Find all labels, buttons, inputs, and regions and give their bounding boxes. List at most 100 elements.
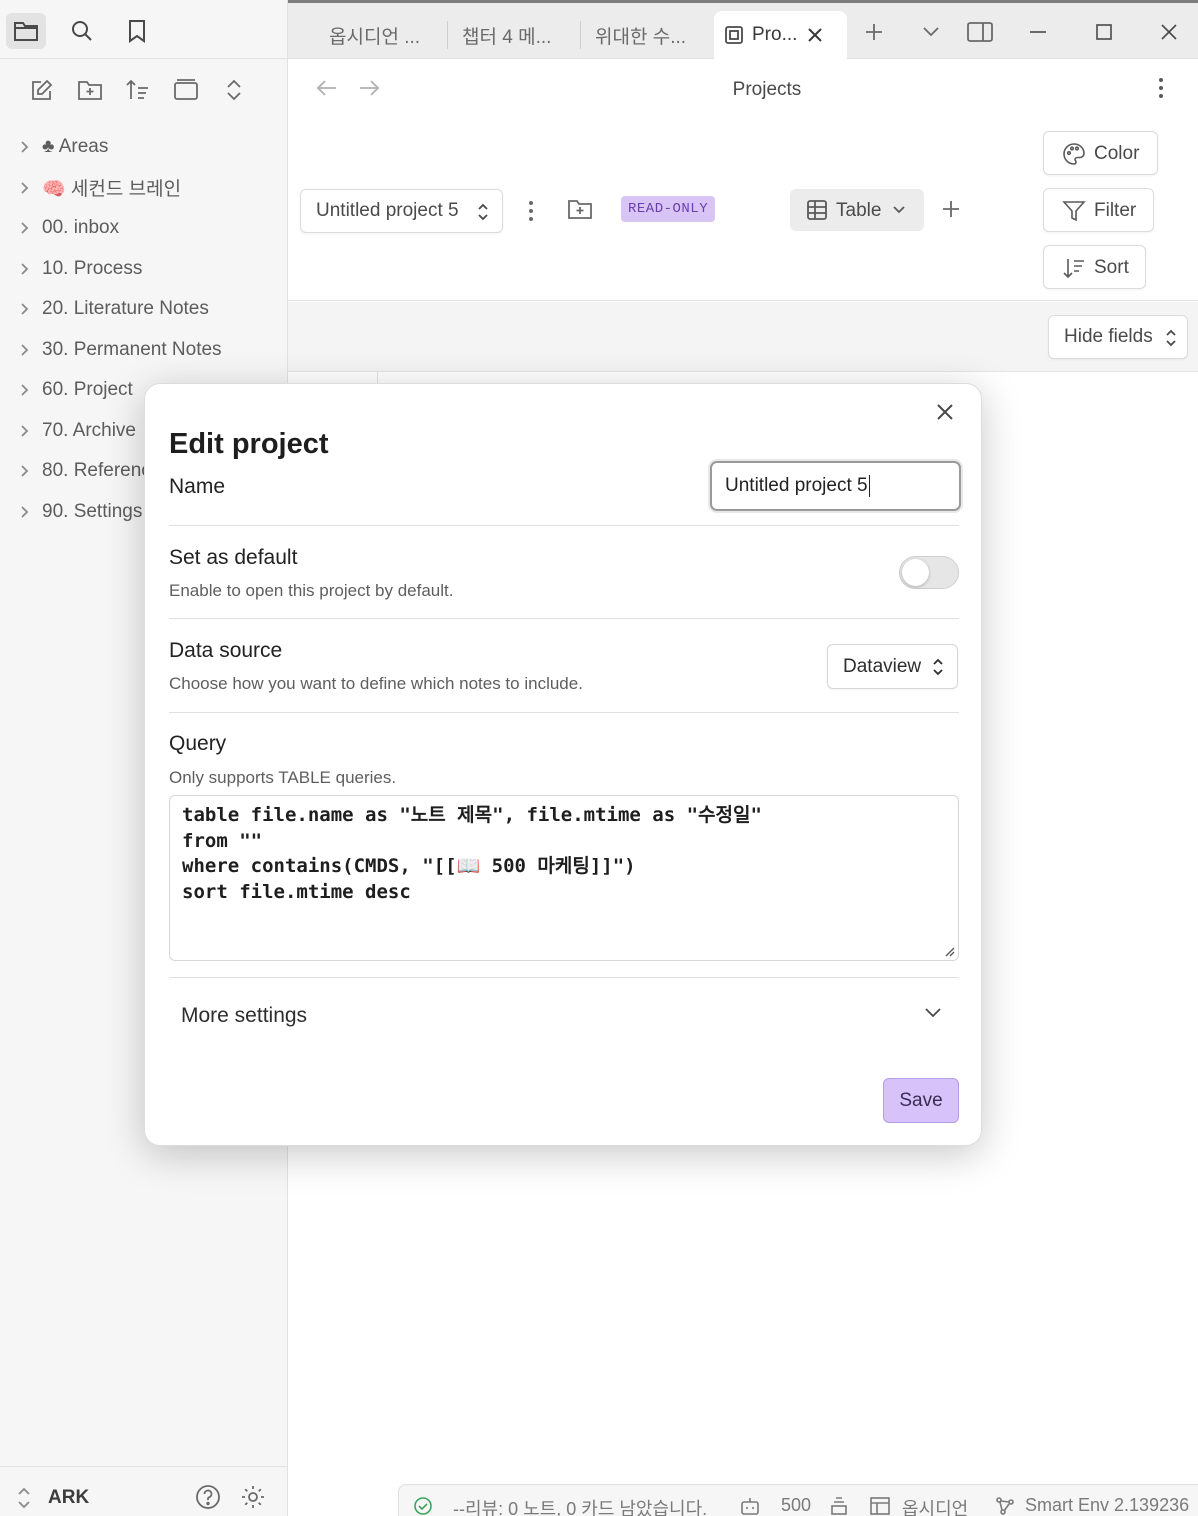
more-options-icon[interactable] (1158, 77, 1164, 99)
palette-icon (1062, 142, 1086, 166)
tab-great[interactable]: 위대한 수... (595, 11, 686, 59)
sort-button[interactable]: Sort (1043, 245, 1146, 289)
chevron-right-icon (17, 181, 31, 195)
sidebar-ribbon (0, 3, 288, 59)
tree-folder-label: 🧠 세컨드 브레인 (42, 179, 182, 201)
tree-folder-inbox[interactable]: 00. inbox (0, 208, 288, 249)
review-status[interactable]: --리뷰: 0 노트, 0 카드 남았습니다. (453, 1495, 707, 1516)
tab-list-chevron-icon[interactable] (912, 13, 950, 51)
query-line: where contains(CMDS, "[[📖 500 마케팅]]") (182, 855, 636, 877)
tab-label: 옵시디언 ... (329, 26, 421, 48)
toggle-right-sidebar-icon[interactable] (961, 13, 999, 51)
tree-folder-label: 00. inbox (42, 217, 120, 239)
add-view-icon[interactable] (941, 199, 961, 219)
view-type-label: Table (836, 200, 882, 221)
chevron-down-icon[interactable] (921, 1000, 945, 1024)
tab-chapter-4[interactable]: 챕터 4 메... (462, 11, 551, 59)
more-settings-toggle[interactable]: More settings (181, 1004, 307, 1028)
chevron-right-icon (17, 424, 31, 438)
table-icon (806, 199, 828, 221)
tab-label: Pro... (752, 24, 798, 45)
close-window-icon[interactable] (1150, 13, 1188, 51)
chevron-right-icon (17, 383, 31, 397)
query-description: Only supports TABLE queries. (169, 768, 397, 787)
tab-separator (447, 21, 448, 49)
updown-chevron-icon (477, 202, 489, 222)
smart-env-status[interactable]: Smart Env 2.139236 (1025, 1495, 1189, 1516)
tree-folder-areas[interactable]: ♣ Areas (0, 127, 288, 168)
resize-handle-icon[interactable] (943, 945, 955, 957)
default-description: Enable to open this project by default. (169, 581, 454, 600)
close-tab-icon[interactable] (807, 27, 823, 43)
close-icon[interactable] (930, 397, 960, 427)
hide-fields-label: Hide fields (1064, 326, 1153, 347)
expand-collapse-icon[interactable] (214, 70, 254, 110)
tab-projects[interactable]: Pro... (714, 11, 847, 59)
view-header: Projects (288, 59, 1198, 119)
project-toolbar: Untitled project 5 READ-ONLY Table Color… (288, 119, 1198, 301)
query-label: Query (169, 732, 227, 755)
help-icon[interactable] (195, 1484, 221, 1510)
tree-folder-process[interactable]: 10. Process (0, 249, 288, 290)
filter-button-label: Filter (1094, 200, 1137, 221)
divider (169, 525, 959, 526)
set-default-toggle[interactable] (899, 556, 959, 589)
new-note-icon[interactable] (22, 70, 62, 110)
maximize-icon[interactable] (1085, 13, 1123, 51)
tree-folder-label: 20. Literature Notes (42, 298, 209, 320)
tree-folder-literature-notes[interactable]: 20. Literature Notes (0, 289, 288, 330)
color-button-label: Color (1094, 143, 1140, 164)
chevron-right-icon (17, 140, 31, 154)
folder-plus-icon[interactable] (567, 198, 593, 220)
name-label: Name (169, 475, 226, 498)
vault-name[interactable]: ARK (48, 1487, 89, 1509)
filter-button[interactable]: Filter (1043, 188, 1154, 232)
new-tab-icon[interactable] (855, 13, 893, 51)
project-menu-icon[interactable] (528, 200, 534, 222)
word-count: 500 (781, 1495, 812, 1515)
view-type-select[interactable]: Table (790, 189, 924, 231)
chevron-right-icon (17, 464, 31, 478)
collapse-view-icon[interactable] (166, 70, 206, 110)
vault-label[interactable]: 옵시디언 (902, 1495, 968, 1516)
search-icon[interactable] (62, 13, 102, 49)
vault-switcher-bar: ARK (0, 1466, 288, 1516)
data-source-select[interactable]: Dataview (827, 644, 958, 689)
settings-gear-icon[interactable] (240, 1484, 266, 1510)
tab-bar: 옵시디언 ... 챕터 4 메... 위대한 수... Pro... (288, 3, 1198, 59)
text-caret (868, 475, 870, 497)
save-button[interactable]: Save (883, 1078, 959, 1123)
project-select[interactable]: Untitled project 5 (300, 189, 503, 233)
vault-switch-icon[interactable] (16, 1485, 32, 1511)
project-name-input[interactable]: Untitled project 5 (710, 461, 961, 511)
chevron-right-icon (17, 221, 31, 235)
toggle-knob (902, 559, 929, 586)
hide-fields-button[interactable]: Hide fields (1048, 315, 1188, 359)
file-explorer-icon[interactable] (6, 13, 46, 49)
query-line: table file.name as "노트 제목", file.mtime a… (182, 804, 762, 826)
edit-project-modal: Edit project Name Untitled project 5 Set… (144, 383, 982, 1146)
project-select-label: Untitled project 5 (316, 200, 459, 221)
filter-icon (1062, 199, 1086, 223)
chevron-right-icon (17, 262, 31, 276)
tree-folder-label: 10. Process (42, 257, 143, 279)
robot-icon (739, 1496, 761, 1516)
query-textarea[interactable]: table file.name as "노트 제목", file.mtime a… (169, 795, 959, 961)
divider (169, 712, 959, 713)
sort-order-icon[interactable] (118, 70, 158, 110)
table-header-area: Hide fields (288, 302, 1198, 372)
tree-folder-second-brain[interactable]: 🧠 세컨드 브레인 (0, 168, 288, 209)
color-button[interactable]: Color (1043, 131, 1158, 175)
tab-separator (580, 21, 581, 49)
tree-folder-label: 70. Archive (42, 419, 136, 441)
bookmark-icon[interactable] (117, 13, 157, 49)
query-line: sort file.mtime desc (182, 880, 411, 903)
minimize-icon[interactable] (1019, 13, 1057, 51)
project-tab-icon (724, 25, 744, 45)
divider (169, 618, 959, 619)
default-label: Set as default (169, 546, 298, 569)
new-folder-icon[interactable] (70, 70, 110, 110)
tab-obsidian[interactable]: 옵시디언 ... (329, 11, 420, 59)
data-source-value: Dataview (843, 655, 922, 677)
tree-folder-permanent-notes[interactable]: 30. Permanent Notes (0, 330, 288, 371)
